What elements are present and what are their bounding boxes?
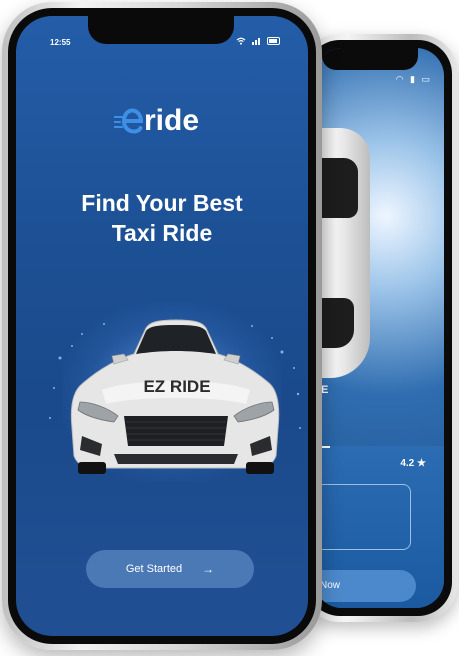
headline-line-2: Taxi Ride: [111, 220, 213, 246]
book-now-button[interactable]: Now: [314, 570, 416, 602]
phone-mockup-front: 12:55 ride Find Your Best Taxi Ride EZ R…: [2, 2, 322, 650]
car-hood-label: EZ RIDE: [143, 377, 210, 396]
e-logo-icon: [114, 108, 144, 134]
signal-icon: [252, 37, 261, 45]
logo-text: ride: [144, 104, 200, 137]
status-icons: [236, 37, 280, 45]
rating-badge: 4.2 ★: [400, 458, 426, 469]
page-title: Find Your Best Taxi Ride: [16, 188, 308, 248]
card-divider: [322, 446, 330, 448]
get-started-label: Get Started: [125, 563, 183, 575]
arrow-right-icon: →: [202, 562, 215, 576]
battery-icon: [267, 37, 280, 45]
car-top-view-image: DE: [314, 128, 370, 396]
details-box: [314, 484, 411, 550]
phone-notch: [88, 16, 234, 44]
app-logo: ride: [114, 104, 199, 138]
get-started-button[interactable]: Get Started →: [86, 550, 254, 588]
car-illustration: EZ RIDE: [49, 319, 301, 474]
status-time: 12:55: [50, 38, 71, 47]
status-icons: ◠ ▮ ▭: [395, 74, 432, 84]
taxi-car-image: EZ RIDE: [42, 298, 308, 498]
phone-mockup-back: ◠ ▮ ▭ DE n. 4.2 ★ Now: [300, 34, 458, 622]
phone-notch: [322, 48, 418, 70]
back-phone-screen: ◠ ▮ ▭ DE n. 4.2 ★ Now: [314, 48, 444, 608]
headline-line-1: Find Your Best: [81, 190, 243, 216]
wifi-icon: [236, 37, 246, 45]
onboarding-screen: 12:55 ride Find Your Best Taxi Ride EZ R…: [16, 16, 308, 636]
